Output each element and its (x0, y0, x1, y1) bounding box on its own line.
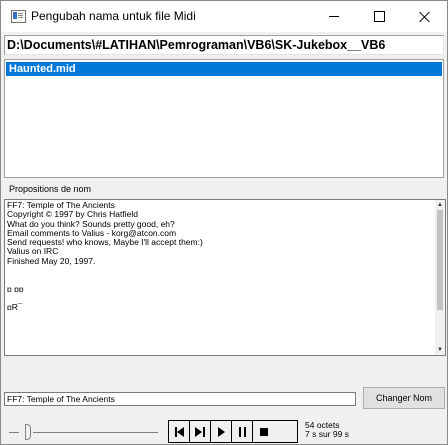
maximize-icon (374, 11, 385, 22)
scroll-up-icon[interactable]: ▲ (436, 201, 444, 209)
position-slider[interactable] (5, 422, 163, 442)
elapsed-time-text: 7 s sur 99 s (305, 429, 349, 439)
slider-track (33, 432, 158, 433)
propositions-textarea[interactable]: FF7: Temple of The Ancients Copyright © 1… (4, 199, 446, 356)
propositions-line (7, 294, 437, 303)
minimize-button[interactable] (311, 1, 356, 32)
stop-icon (259, 427, 268, 436)
play-pause-button[interactable] (190, 421, 211, 442)
propositions-line (7, 266, 437, 275)
propositions-text: FF7: Temple of The Ancients Copyright © 1… (7, 200, 437, 313)
stop-button[interactable] (253, 421, 274, 442)
new-name-input[interactable]: FF7: Temple of The Ancients (4, 392, 356, 406)
title-bar[interactable]: Pengubah nama untuk file Midi (1, 1, 447, 32)
close-icon (419, 11, 431, 23)
change-name-button[interactable]: Changer Nom (363, 387, 445, 409)
play-icon (217, 426, 225, 437)
minimize-icon (328, 16, 339, 17)
pause-icon (238, 426, 241, 437)
folder-path-field[interactable]: D:\Documents\#LATIHAN\Pemrograman\VB6\SK… (4, 35, 444, 55)
propositions-line: ɒ ɒɒ (7, 283, 24, 294)
slider-thumb[interactable] (25, 424, 31, 440)
app-icon (11, 10, 26, 23)
slider-track-left (9, 432, 19, 433)
play-pause-icon (195, 426, 202, 437)
playback-status: 54 octets 7 s sur 99 s (305, 421, 349, 439)
play-button[interactable] (211, 421, 232, 442)
scroll-thumb[interactable] (437, 210, 443, 310)
propositions-line: ɒR¯ (7, 302, 23, 313)
propositions-line: Send requests! who knows, Maybe I'll acc… (7, 237, 203, 248)
file-list[interactable]: Haunted.mid (4, 59, 444, 178)
pause-button[interactable] (232, 421, 253, 442)
propositions-line (7, 275, 437, 284)
propositions-line: Finished May 20, 1997. (7, 255, 96, 266)
window-title: Pengubah nama untuk file Midi (31, 9, 196, 23)
file-list-item[interactable]: Haunted.mid (6, 62, 442, 76)
close-button[interactable] (402, 1, 447, 32)
main-window: Pengubah nama untuk file Midi D:\Documen… (0, 0, 448, 445)
vertical-scrollbar[interactable]: ▲ ▼ (435, 200, 445, 355)
playback-controls (168, 420, 298, 443)
propositions-label: Propositions de nom (9, 184, 92, 194)
maximize-button[interactable] (357, 1, 402, 32)
skip-back-button[interactable] (169, 421, 190, 442)
scroll-down-icon[interactable]: ▼ (436, 346, 444, 354)
